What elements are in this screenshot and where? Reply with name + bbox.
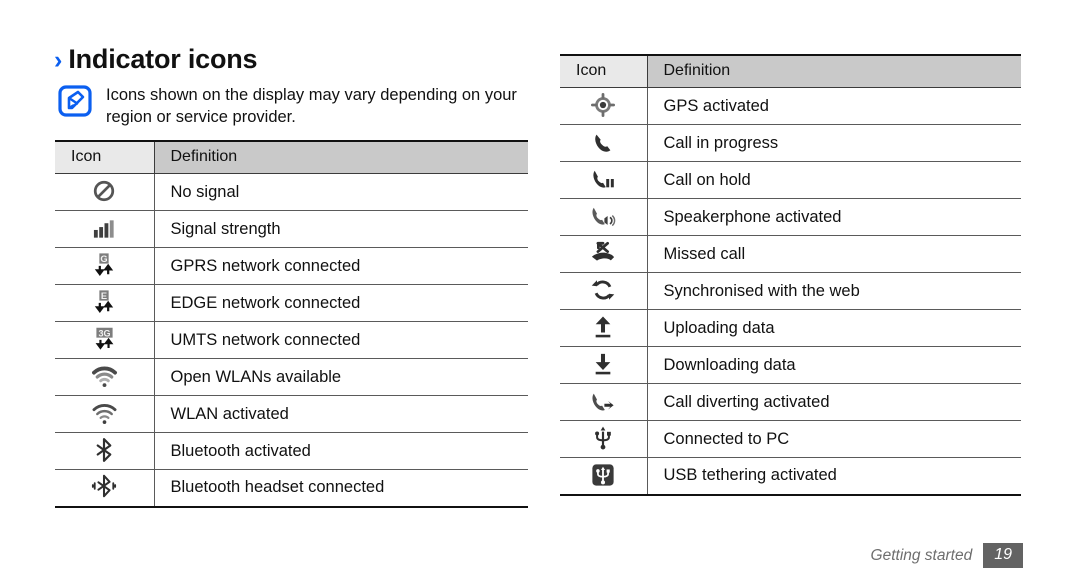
column-header-icon: Icon bbox=[560, 54, 647, 88]
indicator-table-left: Icon Definition No signal Signal strengt… bbox=[55, 140, 528, 508]
note-block: Icons shown on the display may vary depe… bbox=[58, 84, 538, 128]
table-row: Bluetooth headset connected bbox=[55, 469, 528, 508]
table-row: No signal bbox=[55, 173, 528, 211]
connected-to-pc-icon bbox=[560, 420, 647, 458]
definition-cell: EDGE network connected bbox=[153, 284, 528, 322]
gps-activated-icon bbox=[560, 87, 647, 125]
uploading-data-icon bbox=[560, 309, 647, 347]
manual-page: › Indicator icons Icons shown on the dis… bbox=[0, 0, 1080, 586]
page-number-badge: 19 bbox=[983, 543, 1023, 568]
definition-cell: Call in progress bbox=[646, 124, 1021, 162]
gprs-network-icon: G bbox=[55, 247, 154, 285]
table-row: 3G UMTS network connected bbox=[55, 321, 528, 359]
table-row: Call diverting activated bbox=[560, 383, 1021, 421]
definition-cell: Bluetooth headset connected bbox=[153, 469, 528, 508]
table-header-row: Icon Definition bbox=[560, 54, 1021, 88]
definition-cell: Synchronised with the web bbox=[646, 272, 1021, 310]
chevron-right-icon: › bbox=[54, 46, 63, 74]
definition-cell: Uploading data bbox=[646, 309, 1021, 347]
definition-cell: Open WLANs available bbox=[153, 358, 528, 396]
page-title: Indicator icons bbox=[68, 44, 258, 74]
table-row: Synchronised with the web bbox=[560, 272, 1021, 310]
call-in-progress-icon bbox=[560, 124, 647, 162]
definition-cell: Call on hold bbox=[646, 161, 1021, 199]
table-row: USB tethering activated bbox=[560, 457, 1021, 496]
bluetooth-headset-icon bbox=[55, 469, 154, 508]
table-row: Downloading data bbox=[560, 346, 1021, 384]
bluetooth-activated-icon bbox=[55, 432, 154, 470]
note-text: Icons shown on the display may vary depe… bbox=[106, 86, 517, 126]
page-footer: Getting started 19 bbox=[871, 543, 1023, 568]
table-row: Call on hold bbox=[560, 161, 1021, 199]
definition-cell: GPS activated bbox=[646, 87, 1021, 125]
note-pen-icon bbox=[58, 85, 92, 117]
definition-cell: Downloading data bbox=[646, 346, 1021, 384]
svg-text:3G: 3G bbox=[98, 328, 110, 338]
definition-cell: UMTS network connected bbox=[153, 321, 528, 359]
definition-cell: GPRS network connected bbox=[153, 247, 528, 285]
table-row: Connected to PC bbox=[560, 420, 1021, 458]
page-heading: › Indicator icons bbox=[54, 44, 258, 75]
svg-text:G: G bbox=[101, 254, 108, 264]
downloading-data-icon bbox=[560, 346, 647, 384]
column-header-definition: Definition bbox=[153, 140, 528, 174]
definition-cell: WLAN activated bbox=[153, 395, 528, 433]
table-row: GPS activated bbox=[560, 87, 1021, 125]
footer-section-label: Getting started bbox=[870, 546, 973, 564]
svg-text:E: E bbox=[101, 291, 107, 301]
table-row: G GPRS network connected bbox=[55, 247, 528, 285]
table-row: Missed call bbox=[560, 235, 1021, 273]
table-row: WLAN activated bbox=[55, 395, 528, 433]
definition-cell: Speakerphone activated bbox=[646, 198, 1021, 236]
signal-strength-icon bbox=[55, 210, 154, 248]
call-diverting-icon bbox=[560, 383, 647, 421]
usb-tethering-icon bbox=[560, 457, 647, 496]
table-row: Call in progress bbox=[560, 124, 1021, 162]
call-on-hold-icon bbox=[560, 161, 647, 199]
table-row: Signal strength bbox=[55, 210, 528, 248]
indicator-table-right: Icon Definition GPS activated Call in pr… bbox=[560, 54, 1021, 496]
umts-network-icon: 3G bbox=[55, 321, 154, 359]
table-row: Bluetooth activated bbox=[55, 432, 528, 470]
definition-cell: Connected to PC bbox=[646, 420, 1021, 458]
definition-cell: USB tethering activated bbox=[646, 457, 1021, 496]
speakerphone-icon bbox=[560, 198, 647, 236]
column-header-definition: Definition bbox=[646, 54, 1021, 88]
table-row: E EDGE network connected bbox=[55, 284, 528, 322]
definition-cell: Missed call bbox=[646, 235, 1021, 273]
table-row: Speakerphone activated bbox=[560, 198, 1021, 236]
no-signal-icon bbox=[55, 173, 154, 211]
definition-cell: Call diverting activated bbox=[646, 383, 1021, 421]
edge-network-icon: E bbox=[55, 284, 154, 322]
table-row: Open WLANs available bbox=[55, 358, 528, 396]
table-header-row: Icon Definition bbox=[55, 140, 528, 174]
wlan-activated-icon bbox=[55, 395, 154, 433]
column-header-icon: Icon bbox=[55, 140, 154, 174]
definition-cell: Bluetooth activated bbox=[153, 432, 528, 470]
table-row: Uploading data bbox=[560, 309, 1021, 347]
definition-cell: Signal strength bbox=[153, 210, 528, 248]
open-wlan-icon bbox=[55, 358, 154, 396]
sync-web-icon bbox=[560, 272, 647, 310]
missed-call-icon bbox=[560, 235, 647, 273]
definition-cell: No signal bbox=[153, 173, 528, 211]
